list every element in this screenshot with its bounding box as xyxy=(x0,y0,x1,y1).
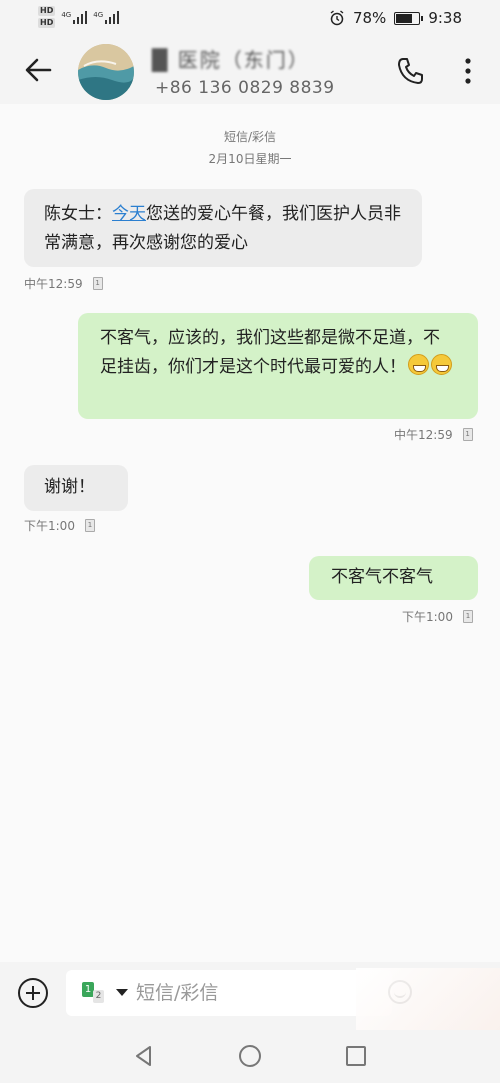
phone-icon[interactable] xyxy=(394,54,428,88)
redacted-overlay xyxy=(356,968,500,1038)
message-input[interactable] xyxy=(136,978,376,1008)
status-right: 78% 9:38 xyxy=(329,9,462,27)
message-bubble-outgoing[interactable]: 不客气，应该的，我们这些都是微不足道，不足挂齿，你们才是这个时代最可爱的人！ xyxy=(78,313,478,419)
grin-emoji-icon xyxy=(408,354,429,375)
sim-card-icon: 1 xyxy=(462,610,473,623)
message-text: 不客气不客气 xyxy=(331,567,433,587)
more-vert-icon[interactable] xyxy=(458,54,478,88)
message-text: 谢谢！ xyxy=(44,477,95,497)
message-timestamp: 中午12:59 1 xyxy=(394,426,473,443)
hd-badge: HD xyxy=(38,6,56,16)
network-type: 4G xyxy=(61,10,72,19)
message-bubble-outgoing[interactable]: 不客气不客气 xyxy=(309,556,478,600)
grin-emoji-icon xyxy=(431,354,452,375)
message-timestamp: 下午1:00 1 xyxy=(402,608,473,625)
alarm-icon xyxy=(330,10,344,26)
sim-card-icon: 1 xyxy=(462,428,473,441)
network-type: 4G xyxy=(93,10,104,19)
sim-card-icon: 2 xyxy=(93,990,104,1003)
signal-icon: 4G xyxy=(93,10,120,24)
contact-name: █ 医院（东门） xyxy=(152,48,310,72)
timestamp-text: 下午1:00 xyxy=(24,519,75,533)
back-arrow-icon[interactable] xyxy=(20,52,56,88)
signal-icon: 4G xyxy=(61,10,88,24)
nav-back-icon[interactable] xyxy=(132,1044,156,1068)
message-text: 不客气，应该的，我们这些都是微不足道，不足挂齿，你们才是这个时代最可爱的人！ xyxy=(100,328,440,377)
hd-badges: HD HD xyxy=(38,6,56,28)
sim-selector[interactable]: 1 2 xyxy=(82,982,130,1006)
clock: 9:38 xyxy=(428,9,462,27)
timestamp-text: 中午12:59 xyxy=(24,277,83,291)
battery-percent: 78% xyxy=(352,9,387,27)
contact-number: +86 136 0829 8839 xyxy=(155,78,335,98)
message-text: 陈女士： xyxy=(44,204,112,224)
add-circle-icon[interactable] xyxy=(18,978,48,1008)
date-divider: 2月10日星期一 xyxy=(208,152,292,166)
message-bubble-incoming[interactable]: 谢谢！ xyxy=(24,465,128,511)
system-nav-bar xyxy=(0,1030,500,1083)
timestamp-text: 下午1:00 xyxy=(402,610,453,624)
avatar[interactable] xyxy=(78,44,134,100)
message-timestamp: 中午12:59 1 xyxy=(24,275,103,292)
battery-icon xyxy=(394,11,424,25)
sim-card-icon: 1 xyxy=(84,519,95,532)
hd-badge: HD xyxy=(38,18,56,28)
battery-fill xyxy=(396,13,413,23)
message-timestamp: 下午1:00 1 xyxy=(24,517,95,534)
message-bubble-incoming[interactable]: 陈女士：今天您送的爱心午餐，我们医护人员非常满意，再次感谢您的爱心 xyxy=(24,189,422,267)
channel-label: 短信/彩信 xyxy=(223,130,277,144)
network-indicators: HD HD 4G 4G xyxy=(38,6,120,28)
timestamp-text: 中午12:59 xyxy=(394,428,453,442)
date-link[interactable]: 今天 xyxy=(112,204,146,224)
nav-recent-icon[interactable] xyxy=(346,1046,366,1066)
nav-home-icon[interactable] xyxy=(239,1045,261,1067)
message-input-box[interactable]: 1 2 xyxy=(66,970,392,1016)
sim-card-icon: 1 xyxy=(92,277,103,290)
status-bar: HD HD 4G 4G 78% 9:38 xyxy=(0,0,500,38)
chevron-down-icon xyxy=(116,989,128,996)
conversation-header: █ 医院（东门） +86 136 0829 8839 xyxy=(0,38,500,104)
